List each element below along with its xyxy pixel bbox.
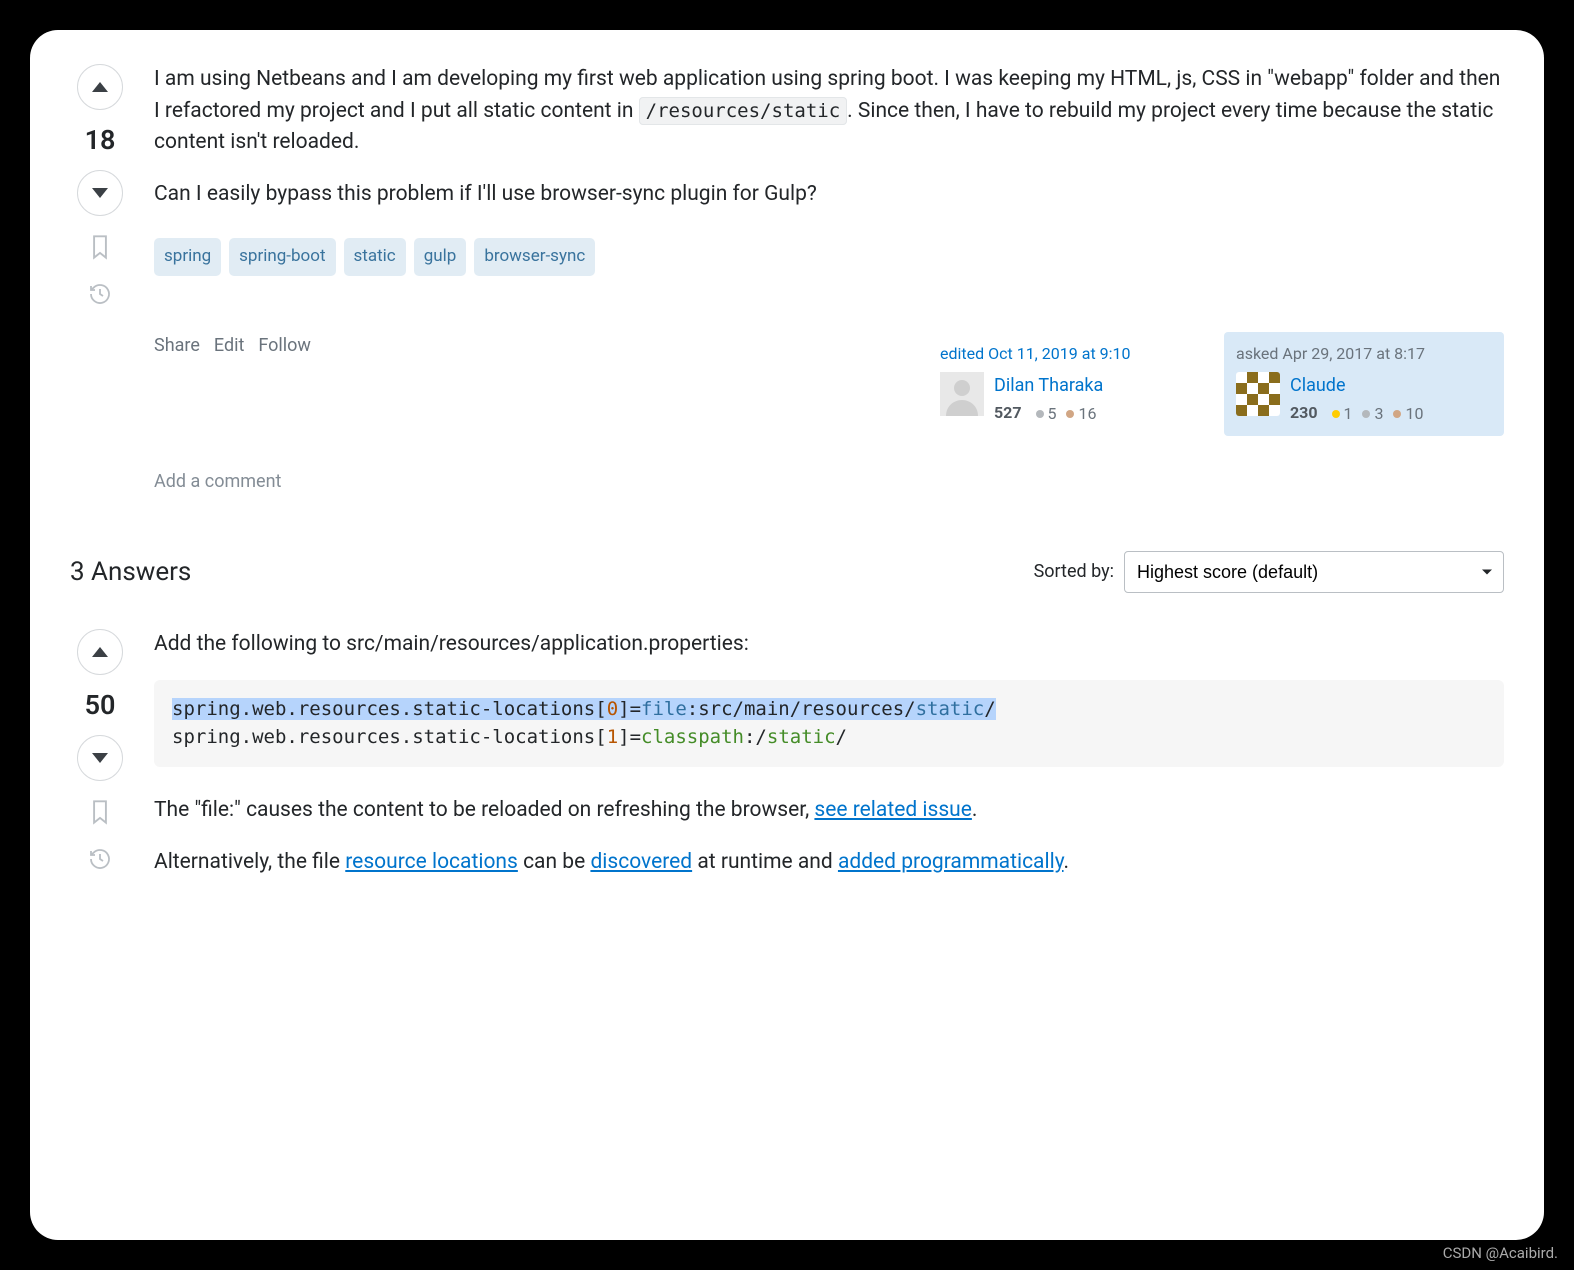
answer-post: 50 Add the following to src/main/resourc… [70,629,1504,899]
user-cards: edited Oct 11, 2019 at 9:10 Dilan Tharak… [928,332,1504,436]
caret-down-icon [91,187,109,199]
upvote-button[interactable] [77,64,123,110]
share-link[interactable]: Share [154,332,200,359]
answers-header: 3 Answers Sorted by: Highest score (defa… [70,551,1504,593]
question-body: I am using Netbeans and I am developing … [154,64,1504,495]
answer-paragraph: Alternatively, the file resource locatio… [154,847,1504,879]
bookmark-button[interactable] [89,234,111,264]
answer-paragraph: Add the following to src/main/resources/… [154,629,1504,661]
tag[interactable]: browser-sync [474,238,595,276]
edit-timestamp[interactable]: edited Oct 11, 2019 at 9:10 [940,342,1196,366]
downvote-button[interactable] [77,735,123,781]
avatar[interactable] [940,372,984,416]
sorted-by-label: Sorted by: [1034,561,1114,582]
downvote-button[interactable] [77,170,123,216]
ask-timestamp: asked Apr 29, 2017 at 8:17 [1236,342,1492,366]
history-icon [88,847,112,871]
added-programmatically-link[interactable]: added programmatically [838,850,1064,874]
watermark: CSDN @Acaibird. [1443,1244,1558,1262]
caret-up-icon [91,646,109,658]
tag[interactable]: spring-boot [229,238,335,276]
follow-link[interactable]: Follow [258,332,311,359]
question-footer: Share Edit Follow edited Oct 11, 2019 at… [154,332,1504,436]
answer-body: Add the following to src/main/resources/… [154,629,1504,899]
caret-down-icon [91,752,109,764]
question-vote-column: 18 [70,64,130,495]
question-paragraph: I am using Netbeans and I am developing … [154,64,1504,159]
caret-up-icon [91,81,109,93]
timeline-button[interactable] [88,282,112,310]
editor-rep: 527 5 16 [994,401,1103,426]
content-card: 18 I am using Netbeans and I am developi… [30,30,1544,1240]
edit-link[interactable]: Edit [214,332,244,359]
avatar[interactable] [1236,372,1280,416]
tag-list: spring spring-boot static gulp browser-s… [154,238,1504,276]
history-icon [88,282,112,306]
add-comment-link[interactable]: Add a comment [154,468,1504,495]
post-actions: Share Edit Follow [154,332,311,359]
editor-name[interactable]: Dilan Tharaka [994,372,1103,399]
tag[interactable]: spring [154,238,221,276]
avatar-placeholder-icon [940,372,984,416]
sort-select[interactable]: Highest score (default) [1124,551,1504,593]
question-vote-score: 18 [85,124,116,156]
sort-control: Sorted by: Highest score (default) [1034,551,1504,593]
answers-title: 3 Answers [70,557,191,587]
bookmark-button[interactable] [89,799,111,829]
inline-code: /resources/static [639,97,847,125]
upvote-button[interactable] [77,629,123,675]
answer-vote-score: 50 [85,689,116,721]
answer-paragraph: The "file:" causes the content to be rel… [154,795,1504,827]
resource-locations-link[interactable]: resource locations [345,850,518,874]
timeline-button[interactable] [88,847,112,875]
editor-card: edited Oct 11, 2019 at 9:10 Dilan Tharak… [928,332,1208,436]
tag[interactable]: static [344,238,406,276]
bookmark-icon [89,234,111,260]
asker-rep: 230 1 3 10 [1290,401,1423,426]
related-issue-link[interactable]: see related issue [814,798,971,822]
tag[interactable]: gulp [414,238,467,276]
asker-name[interactable]: Claude [1290,372,1423,399]
asker-card: asked Apr 29, 2017 at 8:17 Claude 230 1 … [1224,332,1504,436]
discovered-link[interactable]: discovered [590,850,692,874]
question-paragraph: Can I easily bypass this problem if I'll… [154,179,1504,211]
question-post: 18 I am using Netbeans and I am developi… [70,64,1504,495]
code-block: spring.web.resources.static-locations[0]… [154,680,1504,767]
answer-vote-column: 50 [70,629,130,899]
bookmark-icon [89,799,111,825]
